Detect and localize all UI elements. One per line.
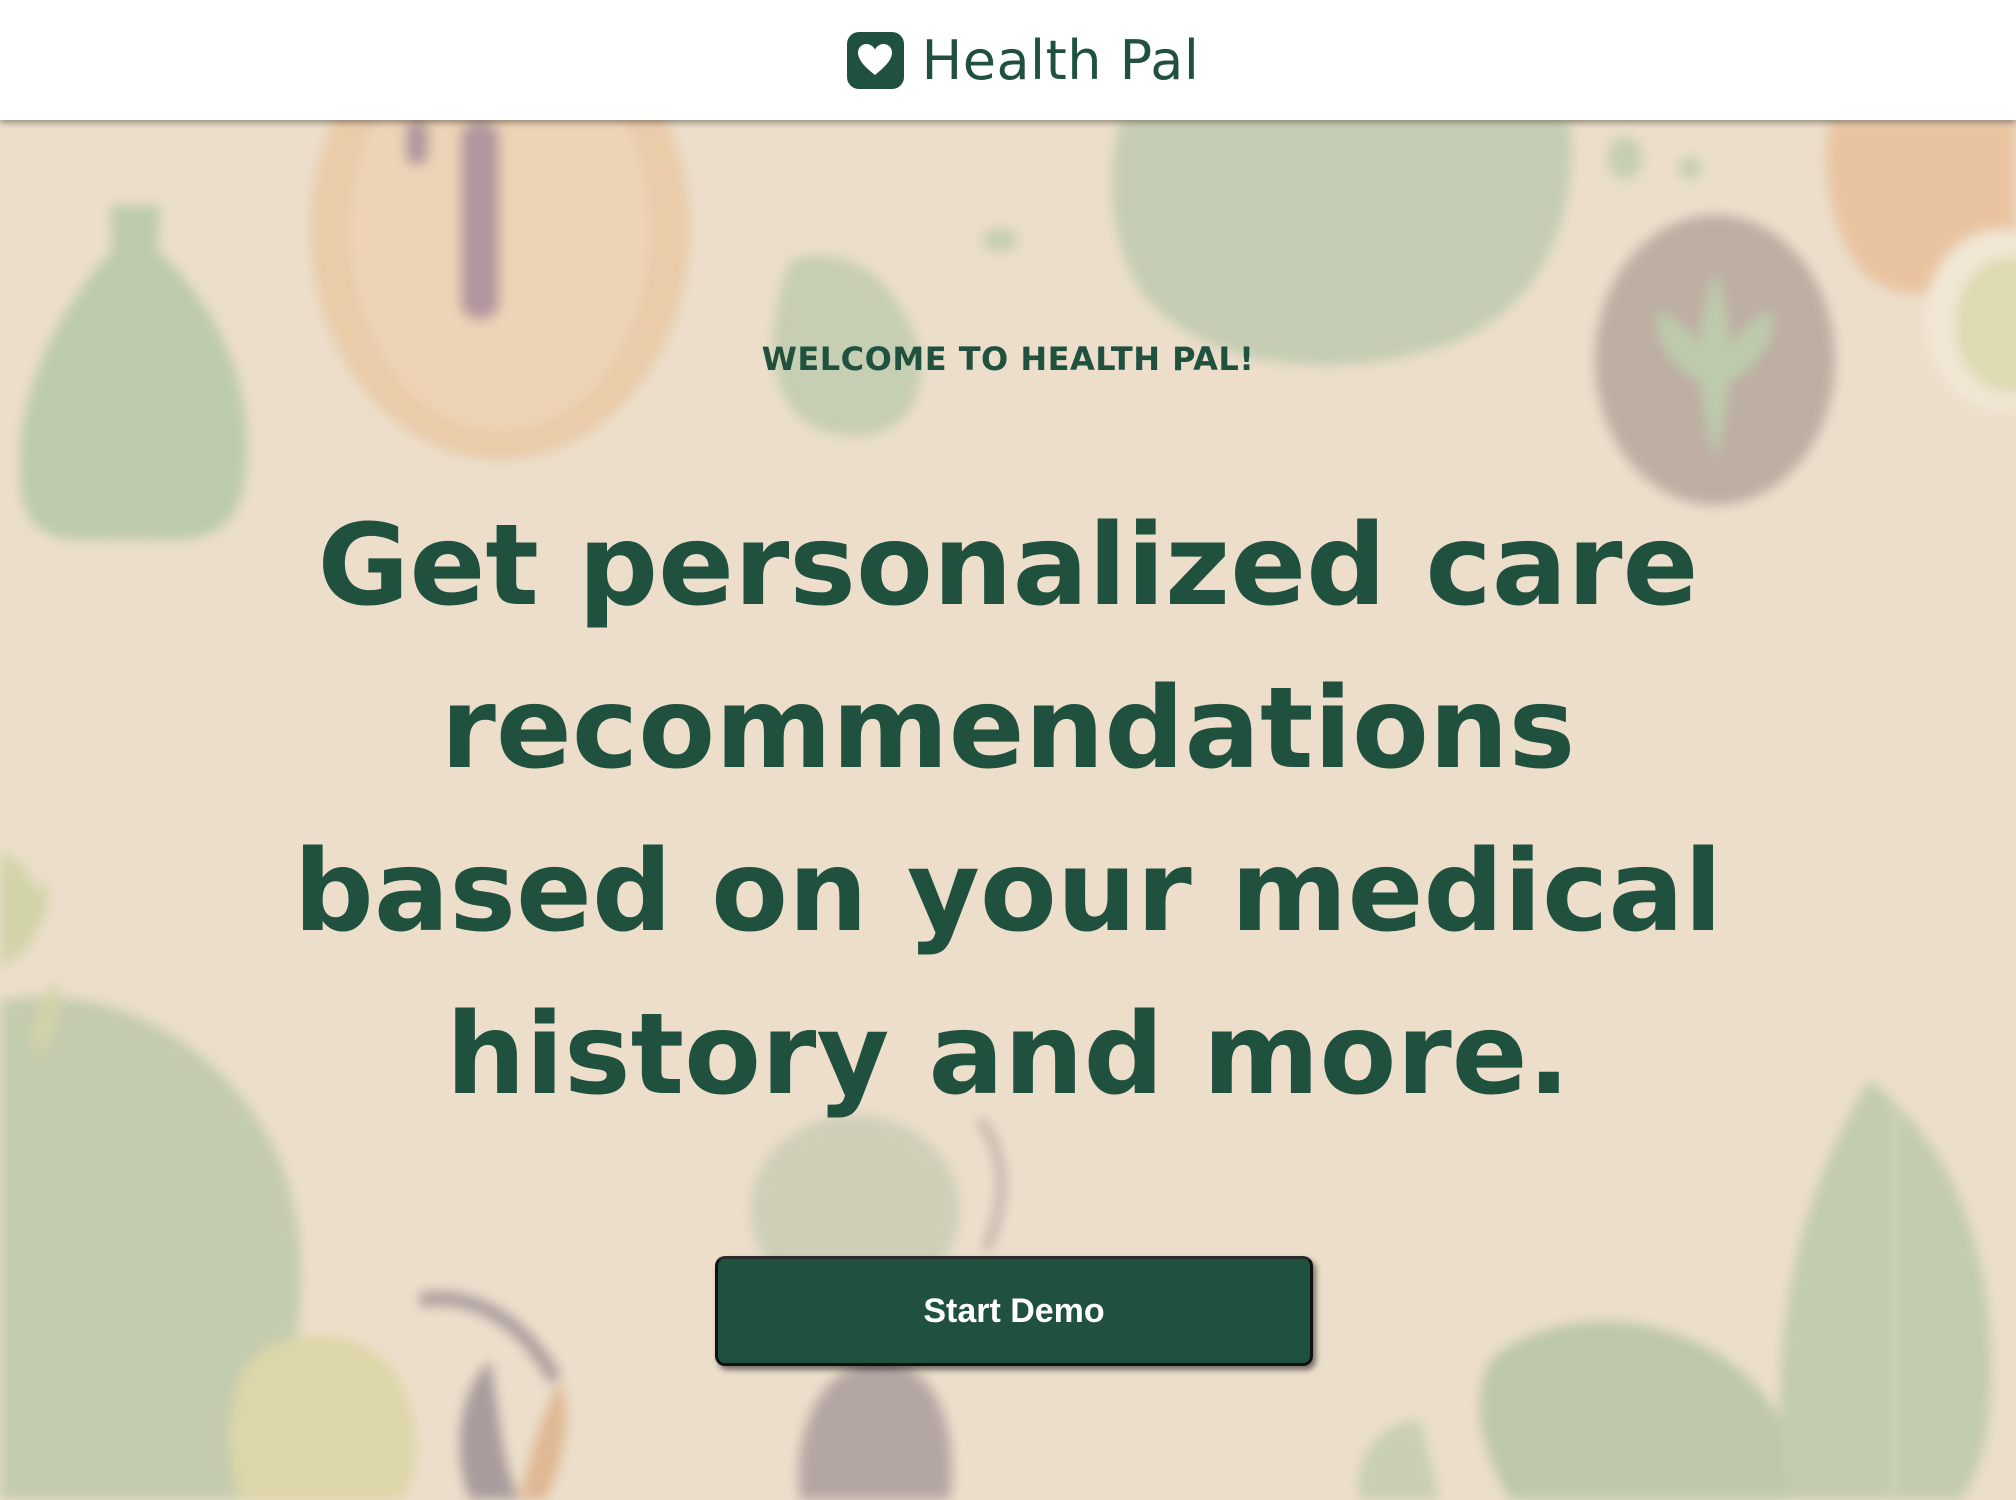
hero-headline: Get personalized care recommendations ba…	[293, 501, 1723, 1120]
app-name: Health Pal	[921, 28, 1200, 92]
brand-logo[interactable]: Health Pal	[846, 28, 1200, 92]
landing-page: Health Pal WELCOME TO HEALTH PAL! Get pe…	[0, 0, 2016, 1500]
hero-section: WELCOME TO HEALTH PAL! Get personalized …	[0, 120, 2016, 1500]
heart-icon	[846, 31, 904, 89]
start-demo-button[interactable]: Start Demo	[715, 1256, 1313, 1366]
welcome-eyebrow: WELCOME TO HEALTH PAL!	[761, 340, 1255, 378]
top-header: Health Pal	[0, 0, 2016, 120]
